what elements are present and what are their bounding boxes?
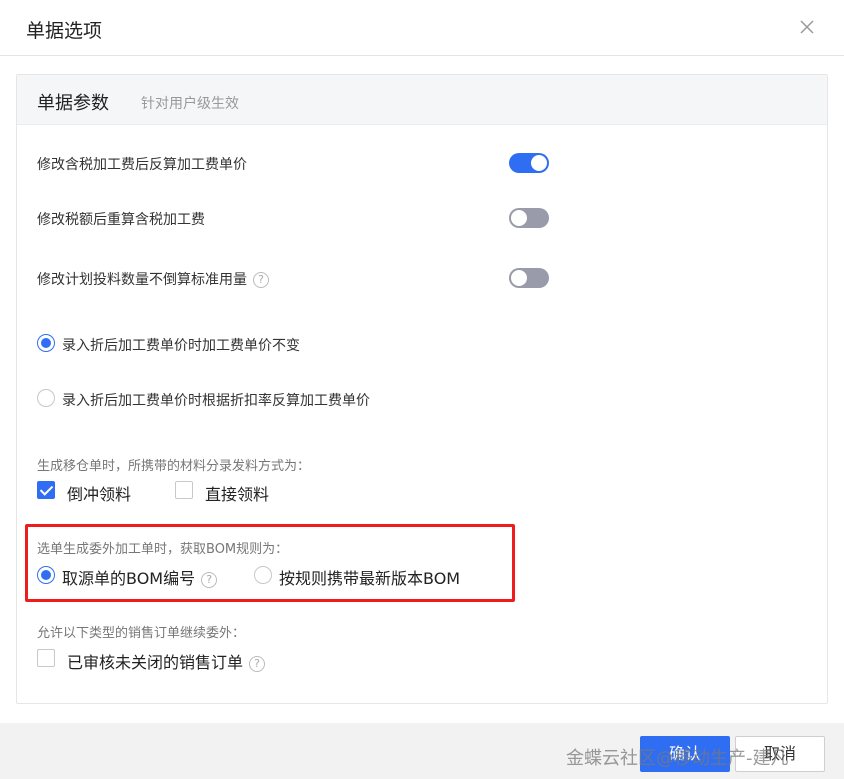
switch-label-recalc-fee: 修改税额后重算含税加工费 xyxy=(37,212,205,228)
panel-header: 单据参数 针对用户级生效 xyxy=(17,75,827,125)
radio-price-by-discount[interactable] xyxy=(37,389,55,407)
panel-title: 单据参数 xyxy=(37,93,109,114)
switch-knob xyxy=(531,155,547,171)
radio-label-bom-source: 取源单的BOM编号? xyxy=(62,565,218,589)
switch-row-standard-usage: 修改计划投料数量不倒算标准用量? xyxy=(37,269,269,289)
transfer-label: 生成移仓单时，所携带的材料分录发料方式为： xyxy=(37,459,311,474)
watermark: 金蝶云社区@移动生产-建凡 xyxy=(566,748,789,769)
switch-recalc-fee[interactable] xyxy=(509,208,549,228)
panel-subtitle: 针对用户级生效 xyxy=(141,96,239,112)
switch-knob xyxy=(511,210,527,226)
help-icon[interactable]: ? xyxy=(253,272,269,288)
radio-bom-latest[interactable] xyxy=(254,566,272,584)
help-icon[interactable]: ? xyxy=(249,655,266,672)
help-icon[interactable]: ? xyxy=(201,571,218,588)
switch-knob xyxy=(511,270,527,286)
radio-price-unchanged[interactable] xyxy=(37,334,55,352)
dialog-header: 单据选项 xyxy=(0,0,844,56)
bom-source-text: 取源单的BOM编号 xyxy=(62,569,196,588)
checkbox-approved-open-order[interactable] xyxy=(37,649,55,667)
approved-open-order-text: 已审核未关闭的销售订单 xyxy=(67,653,244,672)
sales-order-label: 允许以下类型的销售订单继续委外： xyxy=(37,626,246,641)
checkbox-label-approved-open-order: 已审核未关闭的销售订单? xyxy=(67,649,266,673)
highlight-box xyxy=(25,524,515,602)
close-icon[interactable] xyxy=(798,18,816,36)
checkbox-label-backflush: 倒冲领料 xyxy=(67,485,132,504)
radio-label-price-unchanged: 录入折后加工费单价时加工费单价不变 xyxy=(62,338,300,354)
switch-label-standard-usage: 修改计划投料数量不倒算标准用量 xyxy=(37,272,247,288)
dialog-title: 单据选项 xyxy=(26,20,103,42)
checkbox-direct-pick[interactable] xyxy=(175,481,193,499)
bom-rule-label: 选单生成委外加工单时，获取BOM规则为： xyxy=(37,542,289,557)
radio-label-price-by-discount: 录入折后加工费单价时根据折扣率反算加工费单价 xyxy=(62,393,370,409)
radio-bom-source[interactable] xyxy=(37,566,55,584)
checkbox-label-direct-pick: 直接领料 xyxy=(205,485,270,504)
switch-recalc-price[interactable] xyxy=(509,153,549,173)
radio-label-bom-latest: 按规则携带最新版本BOM xyxy=(279,569,461,588)
switch-label-recalc-price: 修改含税加工费后反算加工费单价 xyxy=(37,157,247,173)
switch-standard-usage[interactable] xyxy=(509,268,549,288)
checkbox-backflush[interactable] xyxy=(37,481,55,499)
